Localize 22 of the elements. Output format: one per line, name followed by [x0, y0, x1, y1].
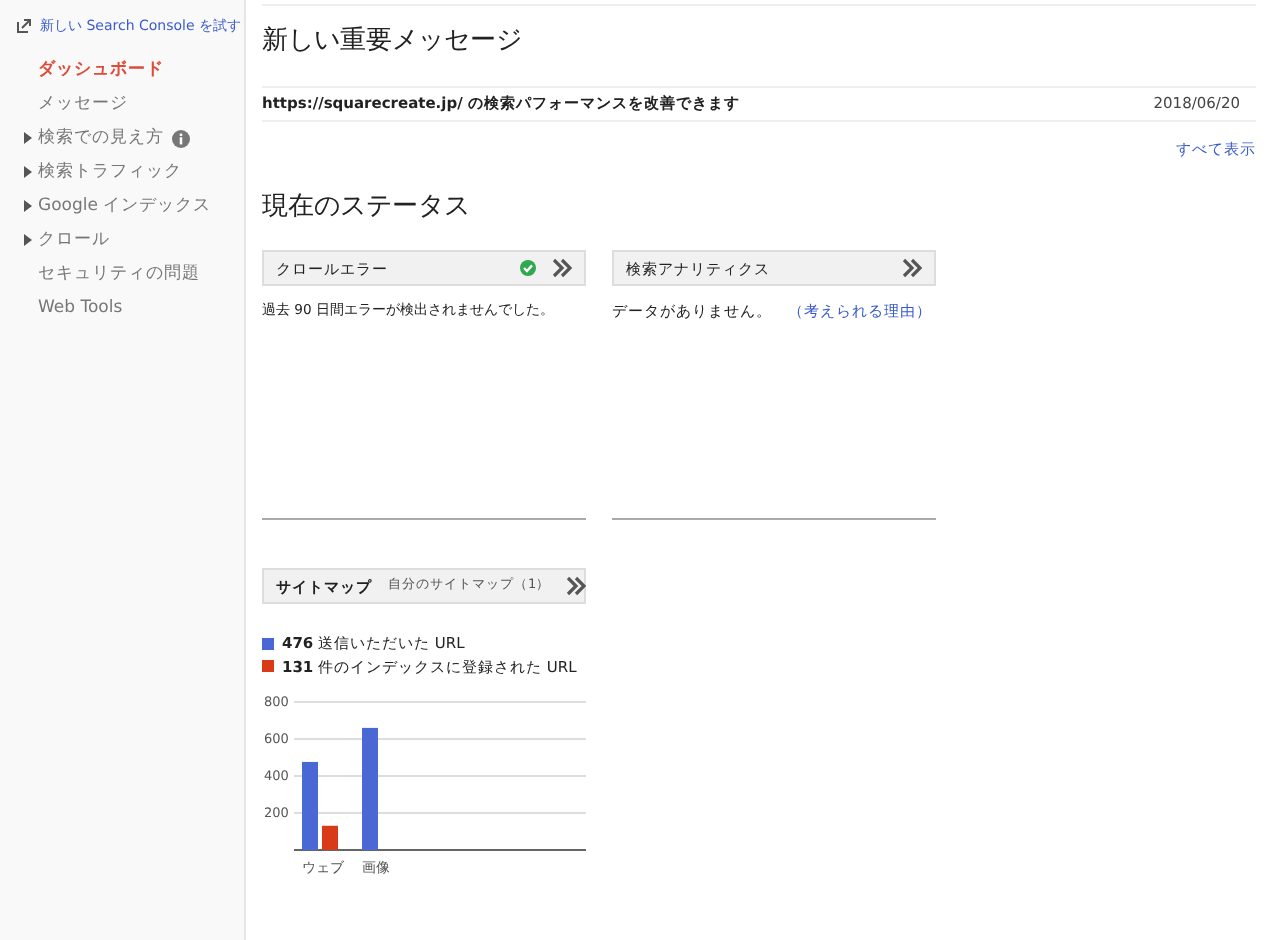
double-chevron-icon[interactable]: [566, 576, 587, 597]
sidebar-item[interactable]: 検索トラフィック: [38, 159, 182, 185]
external-link-icon: [16, 18, 32, 35]
sidebar-item[interactable]: セキュリティの問題: [38, 261, 200, 287]
expand-arrow-icon[interactable]: [24, 166, 32, 178]
sidebar-item[interactable]: 検索での見え方: [38, 125, 164, 151]
sidebar-item[interactable]: ダッシュボード: [38, 57, 164, 83]
sidebar-item[interactable]: クロール: [38, 227, 110, 253]
section-title: 新しい重要メッセージ: [262, 24, 522, 60]
expand-arrow-icon[interactable]: [24, 132, 32, 144]
info-icon: [172, 129, 190, 147]
chart-bar: [322, 825, 338, 850]
section-title: 現在のステータス: [262, 189, 470, 226]
sidebar-item[interactable]: Web Tools: [38, 295, 123, 321]
expand-arrow-icon[interactable]: [24, 234, 32, 246]
double-chevron-icon[interactable]: [552, 258, 572, 279]
sidebar-item[interactable]: Google インデックス: [38, 193, 212, 219]
chart-bar: [302, 761, 318, 850]
sidebar-item[interactable]: メッセージ: [38, 91, 128, 117]
double-chevron-icon[interactable]: [902, 258, 922, 279]
expand-arrow-icon[interactable]: [24, 200, 32, 212]
chart-bar: [362, 727, 378, 850]
